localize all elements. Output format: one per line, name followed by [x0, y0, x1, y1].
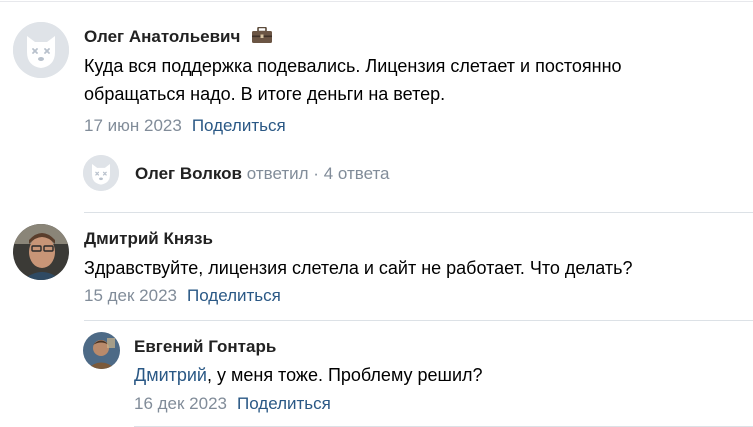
- share-button[interactable]: Поделиться: [237, 394, 331, 413]
- reply-count[interactable]: 4 ответа: [324, 164, 390, 183]
- comment-author[interactable]: Олег Анатольевич: [84, 26, 273, 49]
- avatar[interactable]: [83, 332, 120, 369]
- avatar[interactable]: [13, 224, 69, 280]
- author-name[interactable]: Олег Анатольевич: [84, 27, 240, 46]
- mention-link[interactable]: Дмитрий: [134, 365, 207, 385]
- avatar-deactivated[interactable]: [13, 22, 69, 78]
- reply-action: ответил: [246, 164, 309, 183]
- share-button[interactable]: Поделиться: [187, 286, 281, 305]
- user-photo-icon: [13, 224, 69, 280]
- reply-summary-text[interactable]: Олег Волков ответил · 4 ответа: [135, 164, 390, 184]
- deactivated-dog-icon: [13, 22, 69, 78]
- divider: [84, 212, 753, 213]
- reply-meta: 16 дек 2023 Поделиться: [134, 394, 331, 414]
- reply-text: Дмитрий, у меня тоже. Проблему решил?: [134, 365, 483, 385]
- top-divider: [0, 1, 753, 2]
- deactivated-dog-icon: [83, 155, 119, 191]
- comment-text: Куда вся поддержка подевались. Лицензия …: [84, 56, 622, 104]
- comment-date[interactable]: 17 июн 2023: [84, 116, 182, 135]
- comment-meta: 15 дек 2023 Поделиться: [84, 286, 281, 306]
- divider: [84, 320, 753, 321]
- comment-meta: 17 июн 2023 Поделиться: [84, 116, 286, 136]
- share-button[interactable]: Поделиться: [192, 116, 286, 135]
- author-name[interactable]: Дмитрий Князь: [84, 229, 213, 248]
- reply-author[interactable]: Евгений Гонтарь: [134, 337, 276, 357]
- reply-date[interactable]: 16 дек 2023: [134, 394, 227, 413]
- comment-author[interactable]: Дмитрий Князь: [84, 229, 213, 249]
- user-photo-icon: [83, 332, 120, 369]
- briefcase-icon: [251, 26, 273, 49]
- comment-date[interactable]: 15 дек 2023: [84, 286, 177, 305]
- reply-author[interactable]: Олег Волков: [135, 164, 242, 183]
- comment-text: Здравствуйте, лицензия слетела и сайт не…: [84, 258, 633, 278]
- separator-dot: ·: [313, 164, 319, 183]
- avatar-deactivated[interactable]: [83, 155, 119, 191]
- author-name[interactable]: Евгений Гонтарь: [134, 337, 276, 356]
